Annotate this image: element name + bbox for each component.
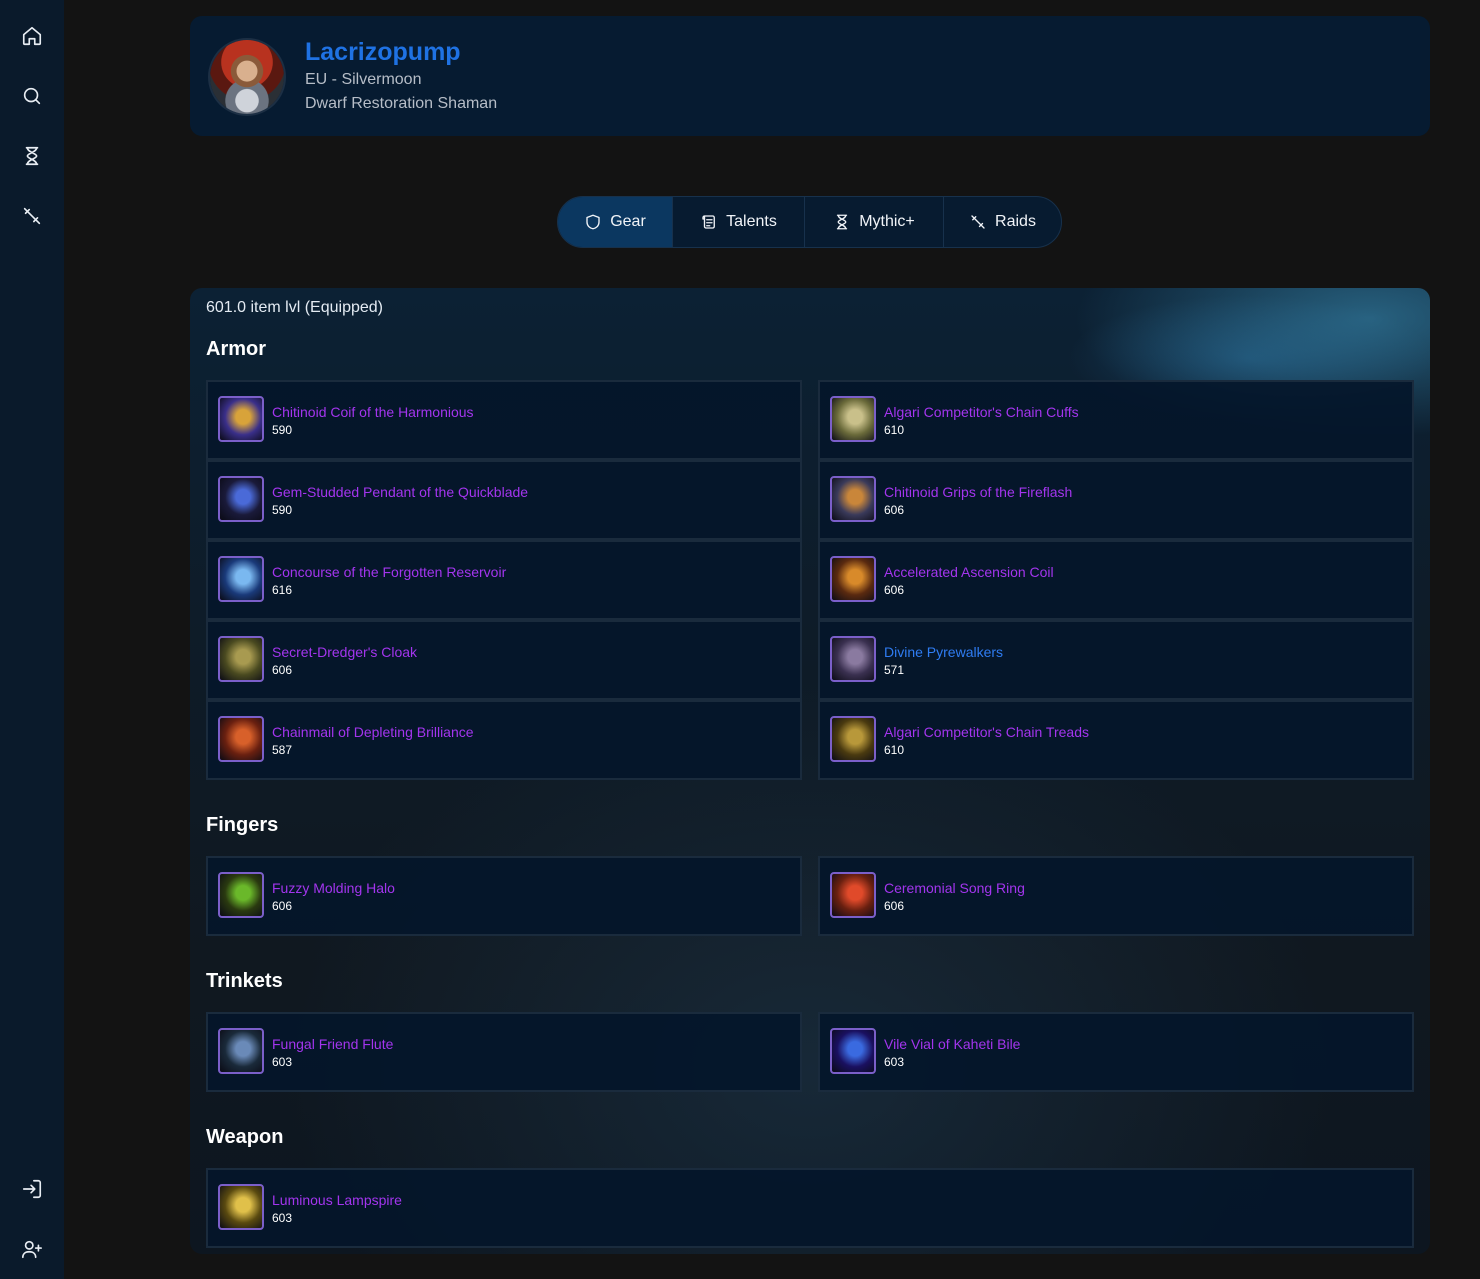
item-icon (830, 636, 876, 682)
item-icon (218, 872, 264, 918)
item-level: 571 (884, 663, 905, 677)
character-card: Lacrizopump EU - Silvermoon Dwarf Restor… (190, 16, 1430, 136)
gear-item[interactable]: Accelerated Ascension Coil 606 (818, 540, 1414, 620)
item-level: 606 (884, 503, 905, 517)
item-level: 590 (272, 503, 293, 517)
section-fingers-title: Fingers (206, 814, 279, 836)
gear-item[interactable]: Ceremonial Song Ring 606 (818, 856, 1414, 936)
gear-item[interactable]: Chainmail of Depleting Brilliance 587 (206, 700, 802, 780)
item-level: 606 (884, 899, 905, 913)
item-level: 587 (272, 743, 293, 757)
item-level: 603 (272, 1055, 293, 1069)
gear-item[interactable]: Secret-Dredger's Cloak 606 (206, 620, 802, 700)
item-name[interactable]: Chitinoid Grips of the Fireflash (884, 484, 1072, 500)
gear-item[interactable]: Fungal Friend Flute 603 (206, 1012, 802, 1092)
tab-label: Gear (610, 213, 646, 230)
item-name[interactable]: Fungal Friend Flute (272, 1036, 393, 1052)
item-icon (218, 716, 264, 762)
tab-mythic-plus[interactable]: Mythic+ (805, 197, 944, 247)
item-icon (830, 872, 876, 918)
item-icon (218, 1028, 264, 1074)
tab-label: Mythic+ (859, 213, 915, 230)
sword-icon[interactable] (16, 200, 48, 232)
sidebar (0, 0, 64, 1279)
item-level: 603 (272, 1211, 293, 1225)
tab-raids[interactable]: Raids (944, 197, 1061, 247)
item-level: 610 (884, 743, 905, 757)
item-name[interactable]: Vile Vial of Kaheti Bile (884, 1036, 1020, 1052)
hourglass-icon (837, 214, 848, 230)
add-user-icon[interactable] (16, 1233, 48, 1265)
gear-item[interactable]: Algari Competitor's Chain Treads 610 (818, 700, 1414, 780)
item-name[interactable]: Gem-Studded Pendant of the Quickblade (272, 484, 528, 500)
item-icon (830, 476, 876, 522)
item-icon (218, 1184, 264, 1230)
tab-gear[interactable]: Gear (558, 197, 673, 247)
item-name[interactable]: Ceremonial Song Ring (884, 880, 1025, 896)
item-level: 606 (272, 899, 293, 913)
hourglass-icon[interactable] (16, 140, 48, 172)
item-icon (218, 396, 264, 442)
section-armor-title: Armor (206, 338, 267, 360)
item-level: 606 (272, 663, 293, 677)
gear-item[interactable]: Divine Pyrewalkers 571 (818, 620, 1414, 700)
equipped-item-level: 601.0 item lvl (Equipped) (206, 299, 383, 316)
gear-item[interactable]: Chitinoid Grips of the Fireflash 606 (818, 460, 1414, 540)
tab-label: Raids (995, 213, 1036, 230)
item-name[interactable]: Algari Competitor's Chain Cuffs (884, 404, 1079, 420)
home-icon[interactable] (16, 20, 48, 52)
item-name[interactable]: Concourse of the Forgotten Reservoir (272, 564, 506, 580)
gear-item[interactable]: Chitinoid Coif of the Harmonious 590 (206, 380, 802, 460)
gear-item[interactable]: Vile Vial of Kaheti Bile 603 (818, 1012, 1414, 1092)
tab-talents[interactable]: Talents (673, 197, 805, 247)
search-icon[interactable] (16, 80, 48, 112)
tab-bar: Gear Talents Mythic+ Raids (557, 196, 1062, 248)
item-name[interactable]: Secret-Dredger's Cloak (272, 644, 417, 660)
item-level: 590 (272, 423, 293, 437)
item-icon (218, 556, 264, 602)
item-icon (830, 716, 876, 762)
item-name[interactable]: Algari Competitor's Chain Treads (884, 724, 1089, 740)
sword-icon (971, 215, 985, 229)
item-name[interactable]: Accelerated Ascension Coil (884, 564, 1054, 580)
section-weapon-title: Weapon (206, 1126, 284, 1148)
item-level: 603 (884, 1055, 905, 1069)
character-name[interactable]: Lacrizopump (305, 38, 461, 67)
gear-item[interactable]: Gem-Studded Pendant of the Quickblade 590 (206, 460, 802, 540)
item-icon (218, 476, 264, 522)
item-icon (830, 556, 876, 602)
item-name[interactable]: Luminous Lampspire (272, 1192, 402, 1208)
item-name[interactable]: Chitinoid Coif of the Harmonious (272, 404, 474, 420)
avatar (210, 40, 284, 114)
shield-icon (586, 214, 600, 230)
item-level: 616 (272, 583, 293, 597)
character-realm: EU - Silvermoon (305, 71, 422, 88)
item-name[interactable]: Fuzzy Molding Halo (272, 880, 395, 896)
gear-item[interactable]: Luminous Lampspire 603 (206, 1168, 1414, 1248)
gear-panel: 601.0 item lvl (Equipped) Armor Chitinoi… (190, 288, 1430, 1254)
character-spec: Dwarf Restoration Shaman (305, 95, 498, 112)
item-icon (830, 1028, 876, 1074)
login-icon[interactable] (16, 1173, 48, 1205)
scroll-icon (702, 215, 716, 229)
item-level: 606 (884, 583, 905, 597)
tab-label: Talents (726, 213, 777, 230)
item-name[interactable]: Chainmail of Depleting Brilliance (272, 724, 474, 740)
item-name[interactable]: Divine Pyrewalkers (884, 644, 1003, 660)
gear-item[interactable]: Fuzzy Molding Halo 606 (206, 856, 802, 936)
section-trinkets-title: Trinkets (206, 970, 283, 992)
item-icon (218, 636, 264, 682)
item-icon (830, 396, 876, 442)
gear-item[interactable]: Algari Competitor's Chain Cuffs 610 (818, 380, 1414, 460)
item-level: 610 (884, 423, 905, 437)
gear-item[interactable]: Concourse of the Forgotten Reservoir 616 (206, 540, 802, 620)
